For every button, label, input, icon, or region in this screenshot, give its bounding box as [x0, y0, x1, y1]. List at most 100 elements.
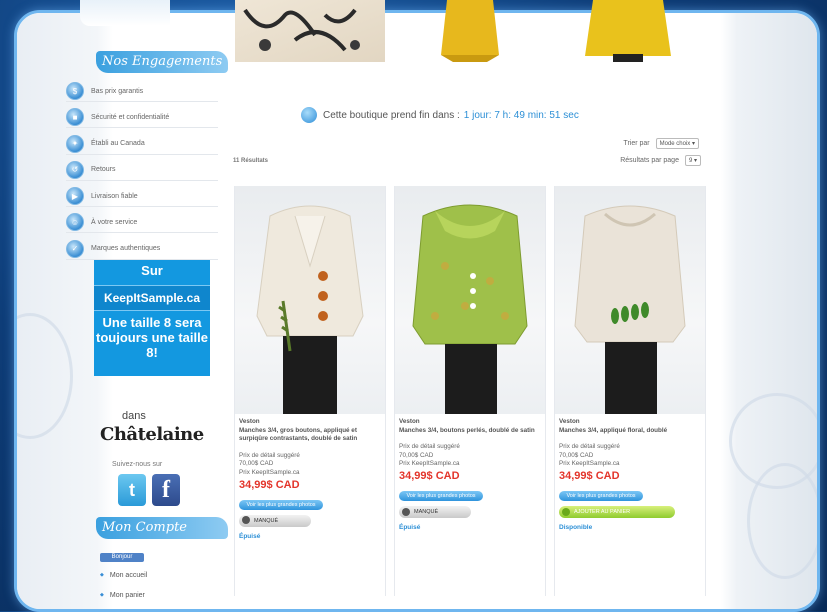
guarantee-item[interactable]: ✦ Établi au Canada: [66, 134, 218, 155]
retail-price-value: 70,00$ CAD: [559, 451, 594, 459]
product-photo[interactable]: [395, 186, 545, 414]
retail-price-value: 70,00$ CAD: [399, 451, 434, 459]
jacket-photo-green: [412, 204, 528, 414]
product-description: Manches 3/4, boutons perlés, doublé de s…: [399, 426, 535, 434]
product-photo[interactable]: [555, 186, 705, 414]
sidebar-top-banner: [80, 0, 170, 26]
guarantee-label: Livraison fiable: [91, 192, 138, 200]
decorative-swirl: [747, 463, 817, 579]
kis-price-label: Prix KeepItSample.ca: [399, 460, 460, 468]
availability-status: Épuisé: [399, 523, 421, 531]
kis-price-label: Prix KeepItSample.ca: [559, 460, 620, 468]
add-to-cart-label: AJOUTER AU PANIER: [574, 508, 631, 515]
missed-button[interactable]: MANQUÉ: [399, 505, 471, 518]
product-description: Manches 3/4, appliqué floral, doublé: [559, 426, 668, 434]
sort-label: Trier par: [623, 140, 650, 147]
promo-line-1: Sur: [141, 263, 163, 278]
product-type: Veston: [399, 418, 420, 425]
retail-price-label: Prix de détail suggéré: [399, 443, 460, 451]
promo-line-2: KeepItSample.ca: [94, 285, 210, 311]
per-page-control: Résultats par page 9 ▾: [620, 155, 701, 166]
sale-price: 34,99$ CAD: [239, 478, 300, 491]
product-description: Manches 3/4, gros boutons, appliqué et s…: [239, 426, 358, 443]
product-info: Veston Manches 3/4, boutons perlés, doub…: [399, 418, 541, 533]
countdown-banner: Cette boutique prend fin dans : 1 jour: …: [301, 107, 579, 123]
product-info: Veston Manches 3/4, gros boutons, appliq…: [239, 418, 381, 541]
missed-button[interactable]: MANQUÉ: [239, 514, 311, 527]
follow-text: Suivez-nous sur: [112, 461, 163, 468]
availability-status: Épuisé: [239, 532, 261, 540]
sort-control: Trier par Mode choix ▾: [623, 138, 699, 149]
jacket-photo-cream: [256, 205, 364, 414]
cart-icon: [562, 507, 570, 516]
missed-button-label: MANQUÉ: [254, 517, 279, 524]
guarantee-label: Établi au Canada: [91, 140, 145, 148]
account-title: Mon Compte: [96, 517, 228, 539]
guarantee-label: À votre service: [91, 218, 138, 226]
truck-icon: ▶: [66, 187, 84, 206]
availability-status: Disponible: [559, 523, 593, 531]
view-photos-button[interactable]: Voir les plus grandes photos: [399, 490, 483, 501]
per-page-select[interactable]: 9 ▾: [684, 155, 701, 166]
product-card: Veston Manches 3/4, appliqué floral, dou…: [554, 186, 706, 596]
guarantee-item[interactable]: ✓ Marques authentiques: [66, 239, 218, 260]
product-type: Veston: [559, 418, 580, 425]
view-photos-button[interactable]: Voir les plus grandes photos: [559, 490, 643, 501]
sort-select[interactable]: Mode choix ▾: [655, 138, 699, 149]
view-photos-button[interactable]: Voir les plus grandes photos: [239, 499, 323, 510]
kis-price-label: Prix KeepItSample.ca: [239, 468, 300, 476]
top-product-image[interactable]: [395, 0, 545, 62]
guarantee-label: Sécurité et confidentialité: [91, 113, 170, 121]
yellow-top-image: [585, 0, 671, 62]
support-icon: ☺: [66, 213, 84, 232]
top-product-image[interactable]: [553, 0, 703, 62]
account-link-home[interactable]: Mon accueil: [100, 572, 147, 579]
per-page-label: Résultats par page: [620, 157, 679, 164]
twitter-icon[interactable]: t: [118, 474, 146, 506]
press-dans: dans: [122, 410, 146, 422]
retail-price-value: 70,00$ CAD: [239, 460, 274, 468]
sale-price: 34,99$ CAD: [399, 469, 460, 482]
guarantee-label: Bas prix garantis: [91, 87, 144, 95]
guarantee-label: Retours: [91, 166, 116, 174]
lock-icon: ■: [66, 108, 84, 127]
add-to-cart-button[interactable]: AJOUTER AU PANIER: [559, 505, 675, 518]
guarantee-item[interactable]: ▶ Livraison fiable: [66, 186, 218, 208]
engagements-title: Nos Engagements: [96, 51, 228, 73]
account-link-cart[interactable]: Mon panier: [100, 592, 145, 599]
guarantee-item[interactable]: ■ Sécurité et confidentialité: [66, 107, 218, 129]
product-type: Veston: [239, 418, 260, 425]
retail-price-label: Prix de détail suggéré: [239, 451, 300, 459]
facebook-icon[interactable]: f: [152, 474, 180, 506]
product-card: Veston Manches 3/4, boutons perlés, doub…: [394, 186, 546, 596]
guarantees-list: $ Bas prix garantis ■ Sécurité et confiden…: [66, 81, 218, 265]
check-badge-icon: ✓: [66, 239, 84, 258]
guarantee-item[interactable]: $ Bas prix garantis: [66, 81, 218, 102]
top-product-image[interactable]: [235, 0, 385, 62]
maple-leaf-icon: ✦: [66, 134, 84, 153]
yellow-coat-image: [441, 0, 499, 62]
per-page-value: 9: [688, 158, 693, 164]
jacket-photo-beige: [574, 205, 686, 414]
missed-button-label: MANQUÉ: [414, 508, 439, 515]
guarantee-item[interactable]: ↺ Retours: [66, 160, 218, 181]
return-icon: ↺: [66, 160, 84, 179]
status-dot-icon: [242, 516, 250, 525]
sort-select-value: Mode choix: [659, 141, 691, 147]
account-greeting-pill: Bonjour: [100, 553, 144, 562]
product-info: Veston Manches 3/4, appliqué floral, dou…: [559, 418, 701, 533]
promo-banner[interactable]: Sur KeepItSample.ca Une taille 8 sera to…: [94, 260, 210, 376]
press-logo[interactable]: Châtelaine: [100, 424, 204, 445]
sale-price: 34,99$ CAD: [559, 469, 620, 482]
guarantee-label: Marques authentiques: [91, 245, 161, 253]
results-count: 11 Résultats: [233, 158, 269, 164]
tag-icon: $: [66, 82, 84, 100]
promo-line-3: Une taille 8 sera toujours une taille 8!: [96, 315, 208, 360]
countdown-text: Cette boutique prend fin dans :: [323, 109, 460, 121]
clock-icon: [301, 107, 317, 123]
retail-price-label: Prix de détail suggéré: [559, 443, 620, 451]
floral-print-image: [243, 8, 360, 52]
guarantee-item[interactable]: ☺ À votre service: [66, 212, 218, 234]
status-dot-icon: [402, 507, 410, 516]
product-photo[interactable]: [235, 186, 385, 414]
